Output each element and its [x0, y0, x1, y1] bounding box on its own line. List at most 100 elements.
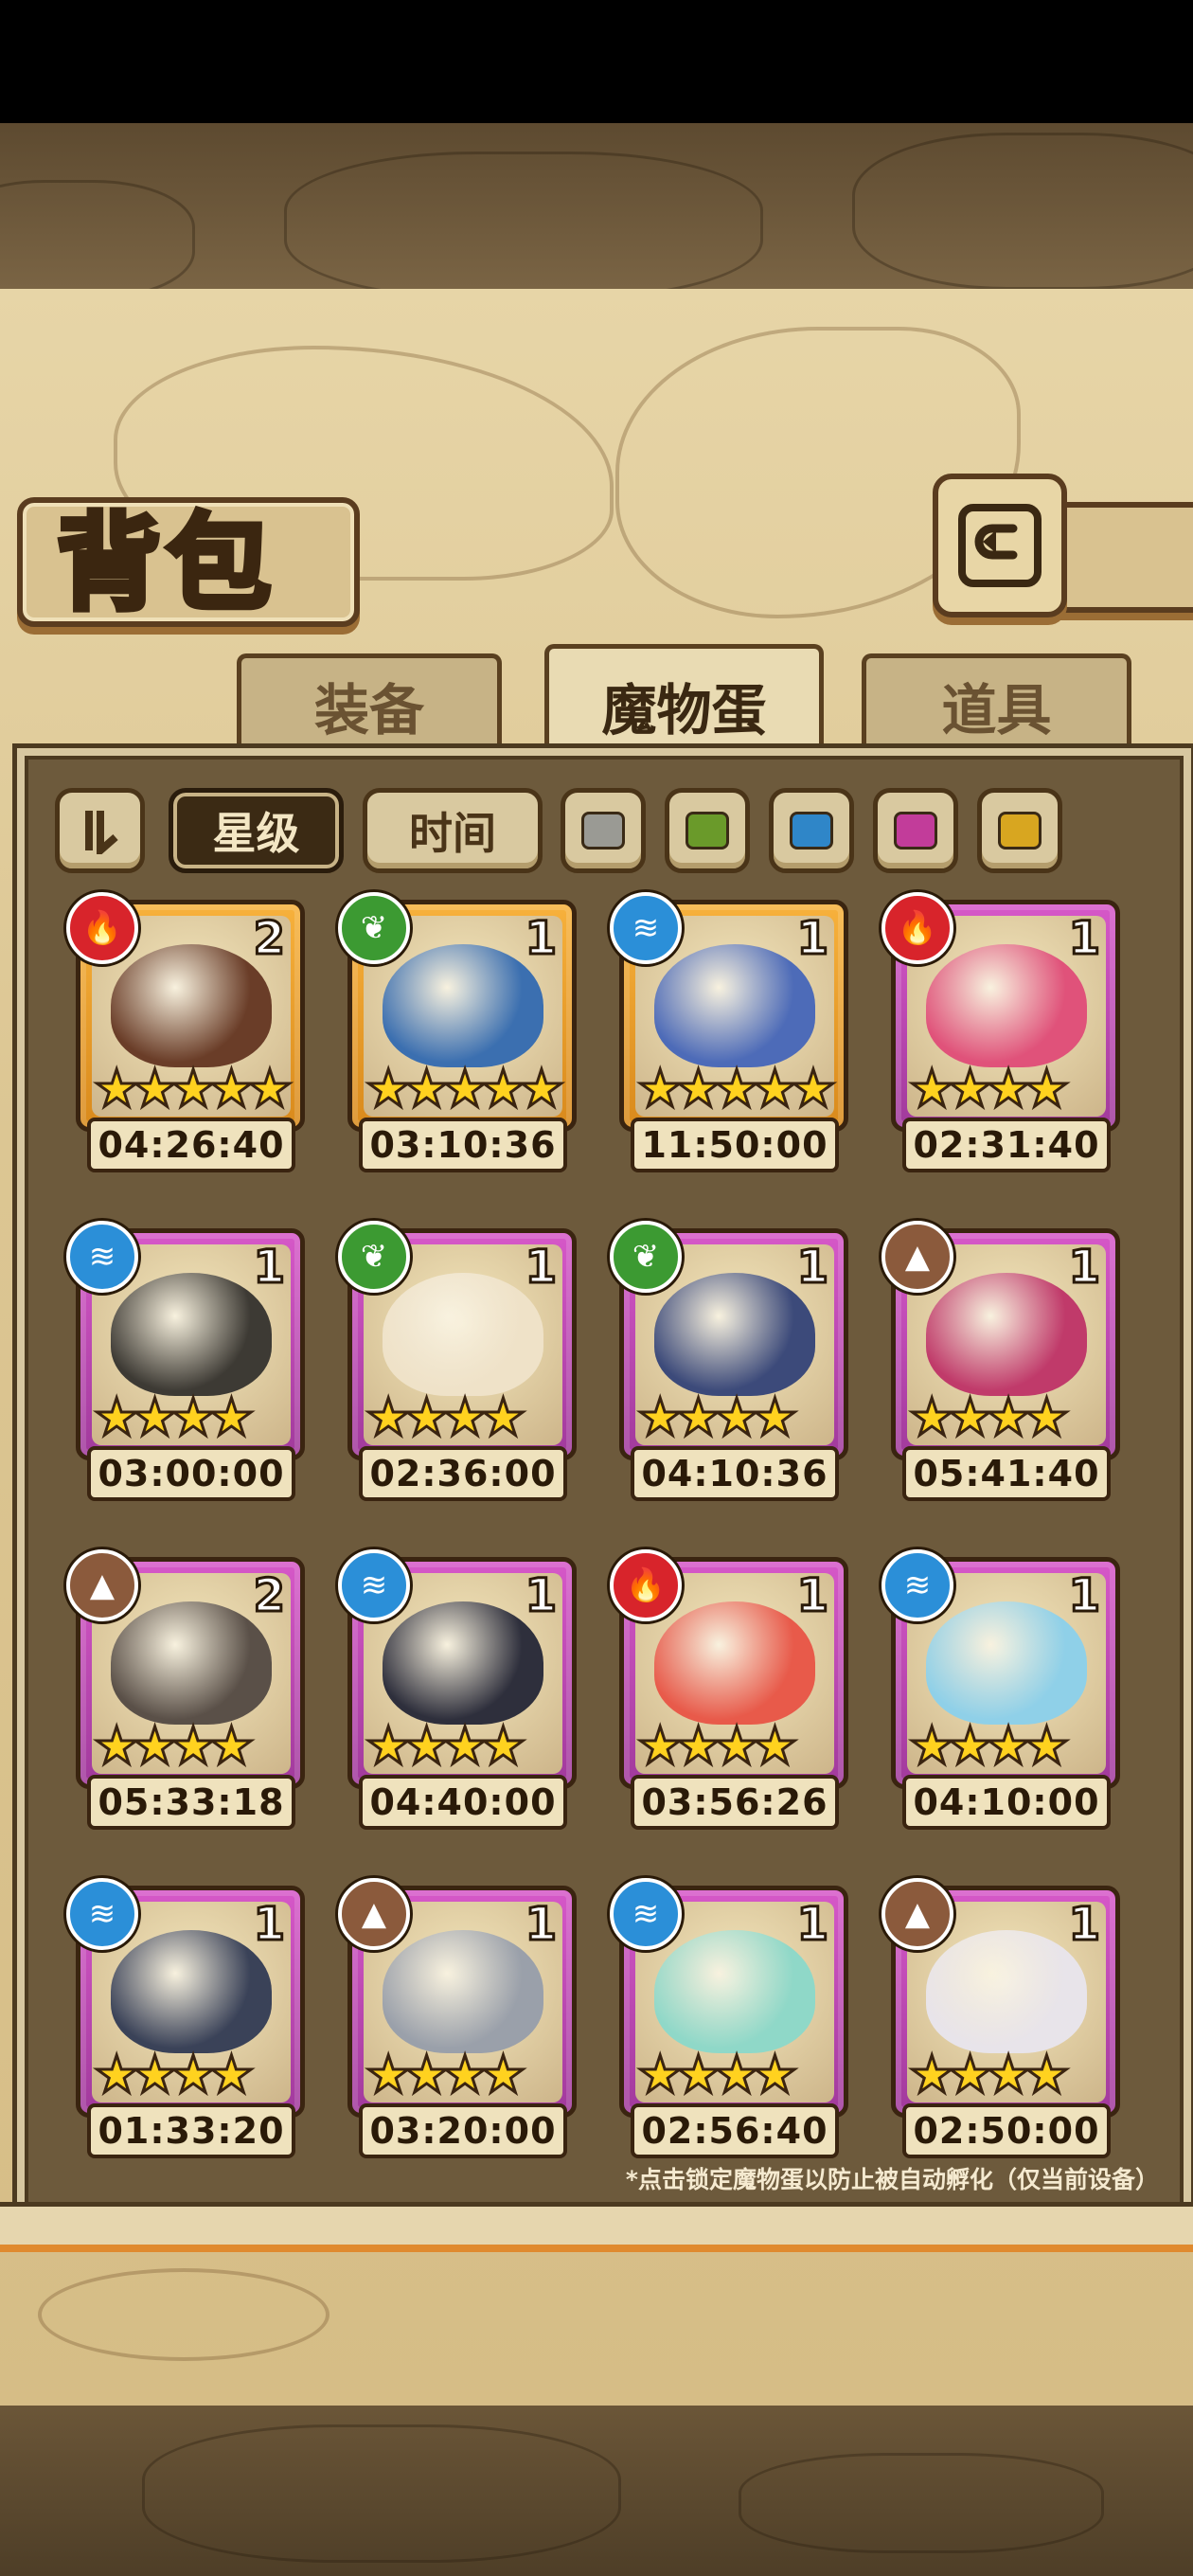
egg-count: 1 [252, 1897, 286, 1953]
star-icon: ★ [207, 2045, 256, 2104]
leaf-element-icon: ❦ [338, 892, 410, 964]
water-element-icon: ≋ [610, 892, 682, 964]
egg-card[interactable]: 1 ★ ★ ★ ★ ≋ 04:40:00 [338, 1549, 577, 1830]
egg-art [383, 1601, 543, 1725]
star-rating: ★ ★ ★ ★ [364, 1390, 527, 1444]
star-icon: ★ [1023, 1059, 1071, 1118]
egg-art [111, 1930, 272, 2053]
egg-count: 2 [252, 1568, 286, 1624]
egg-card[interactable]: 1 ★ ★ ★ ★ ≋ 04:10:00 [881, 1549, 1120, 1830]
leaf-element-icon: ❦ [338, 1221, 410, 1293]
egg-card[interactable]: 1 ★ ★ ★ ★ ❦ 02:36:00 [338, 1221, 577, 1501]
color-filter-button[interactable] [665, 788, 750, 873]
star-rating: ★ ★ ★ ★ ★ [635, 1062, 837, 1116]
back-button[interactable] [933, 474, 1067, 617]
map-background-bottom [0, 2406, 1193, 2576]
egg-card[interactable]: 1 ★ ★ ★ ★ ▲ 05:41:40 [881, 1221, 1120, 1501]
star-icon: ★ [789, 1059, 837, 1118]
star-icon: ★ [479, 2045, 527, 2104]
egg-art [926, 944, 1087, 1067]
star-rating: ★ ★ ★ ★ [907, 1390, 1071, 1444]
sort-by-time-label: 时间 [409, 808, 496, 859]
tab-monster-eggs[interactable]: 魔物蛋 [544, 644, 824, 762]
hatch-timer: 04:10:36 [631, 1446, 839, 1501]
hatch-timer: 04:26:40 [87, 1118, 295, 1172]
hatch-timer: 04:10:00 [902, 1775, 1111, 1830]
egg-count: 2 [252, 911, 286, 967]
star-rating: ★ ★ ★ ★ [364, 2048, 527, 2102]
star-icon: ★ [751, 2045, 799, 2104]
star-icon: ★ [751, 1387, 799, 1447]
color-filter-button[interactable] [561, 788, 646, 873]
star-rating: ★ ★ ★ ★ [635, 1390, 799, 1444]
return-arrow-icon [958, 504, 1042, 587]
water-element-icon: ≋ [66, 1878, 138, 1950]
water-element-icon: ≋ [66, 1221, 138, 1293]
sort-by-time-button[interactable]: 时间 [363, 788, 543, 873]
egg-card[interactable]: 1 ★ ★ ★ ★ ≋ 02:56:40 [610, 1878, 848, 2158]
hatch-timer: 03:10:36 [359, 1118, 567, 1172]
star-icon: ★ [1023, 2045, 1071, 2104]
star-rating: ★ ★ ★ ★ [635, 2048, 799, 2102]
star-rating: ★ ★ ★ ★ ★ [92, 1062, 294, 1116]
star-icon: ★ [751, 1716, 799, 1776]
water-element-icon: ≋ [610, 1878, 682, 1950]
hatch-timer: 04:40:00 [359, 1775, 567, 1830]
egg-art [111, 1273, 272, 1396]
tab-items[interactable]: 道具 [862, 653, 1131, 753]
star-rating: ★ ★ ★ ★ ★ [364, 1062, 565, 1116]
star-rating: ★ ★ ★ ★ [92, 1390, 256, 1444]
egg-card[interactable]: 1 ★ ★ ★ ★ ▲ 03:20:00 [338, 1878, 577, 2158]
hatch-timer: 05:41:40 [902, 1446, 1111, 1501]
color-filter-button[interactable] [873, 788, 958, 873]
egg-count: 1 [795, 1240, 829, 1296]
earth-element-icon: ▲ [881, 1221, 953, 1293]
star-rating: ★ ★ ★ ★ [92, 1719, 256, 1773]
egg-count: 1 [1067, 1568, 1101, 1624]
egg-count: 1 [524, 1897, 558, 1953]
sort-order-button[interactable] [55, 788, 145, 873]
egg-art [654, 1930, 815, 2053]
earth-element-icon: ▲ [881, 1878, 953, 1950]
water-element-icon: ≋ [881, 1549, 953, 1621]
star-rating: ★ ★ ★ ★ [635, 1719, 799, 1773]
egg-card[interactable]: 1 ★ ★ ★ ★ ❦ 04:10:36 [610, 1221, 848, 1501]
egg-art [111, 1601, 272, 1725]
hatch-timer: 02:36:00 [359, 1446, 567, 1501]
color-swatch [894, 812, 937, 850]
egg-count: 1 [1067, 1897, 1101, 1953]
egg-art [926, 1273, 1087, 1396]
hatch-timer: 02:50:00 [902, 2103, 1111, 2158]
egg-card[interactable]: 2 ★ ★ ★ ★ ★ 🔥 04:26:40 [66, 892, 305, 1172]
egg-art [654, 1601, 815, 1725]
star-icon: ★ [1023, 1387, 1071, 1447]
hatch-timer: 05:33:18 [87, 1775, 295, 1830]
egg-card[interactable]: 1 ★ ★ ★ ★ ≋ 03:00:00 [66, 1221, 305, 1501]
tab-equipment[interactable]: 装备 [237, 653, 502, 753]
egg-count: 1 [524, 911, 558, 967]
egg-card[interactable]: 2 ★ ★ ★ ★ ▲ 05:33:18 [66, 1549, 305, 1830]
egg-card[interactable]: 1 ★ ★ ★ ★ ≋ 01:33:20 [66, 1878, 305, 2158]
egg-count: 1 [1067, 1240, 1101, 1296]
sort-by-stars-label: 星级 [212, 808, 300, 859]
star-rating: ★ ★ ★ ★ [907, 2048, 1071, 2102]
egg-card[interactable]: 1 ★ ★ ★ ★ ★ ≋ 11:50:00 [610, 892, 848, 1172]
leaf-element-icon: ❦ [610, 1221, 682, 1293]
hatch-timer: 03:20:00 [359, 2103, 567, 2158]
egg-card[interactable]: 1 ★ ★ ★ ★ 🔥 02:31:40 [881, 892, 1120, 1172]
star-icon: ★ [207, 1716, 256, 1776]
color-filter-button[interactable] [977, 788, 1062, 873]
hatch-timer: 03:00:00 [87, 1446, 295, 1501]
egg-art [383, 1273, 543, 1396]
hatch-timer: 02:56:40 [631, 2103, 839, 2158]
egg-card[interactable]: 1 ★ ★ ★ ★ 🔥 03:56:26 [610, 1549, 848, 1830]
egg-card[interactable]: 1 ★ ★ ★ ★ ★ ❦ 03:10:36 [338, 892, 577, 1172]
egg-count: 1 [795, 1568, 829, 1624]
sort-by-stars-button[interactable]: 星级 [169, 788, 344, 873]
star-icon: ★ [479, 1716, 527, 1776]
color-swatch [790, 812, 833, 850]
egg-card[interactable]: 1 ★ ★ ★ ★ ▲ 02:50:00 [881, 1878, 1120, 2158]
star-icon: ★ [207, 1387, 256, 1447]
color-filter-button[interactable] [769, 788, 854, 873]
hatch-timer: 11:50:00 [631, 1118, 839, 1172]
